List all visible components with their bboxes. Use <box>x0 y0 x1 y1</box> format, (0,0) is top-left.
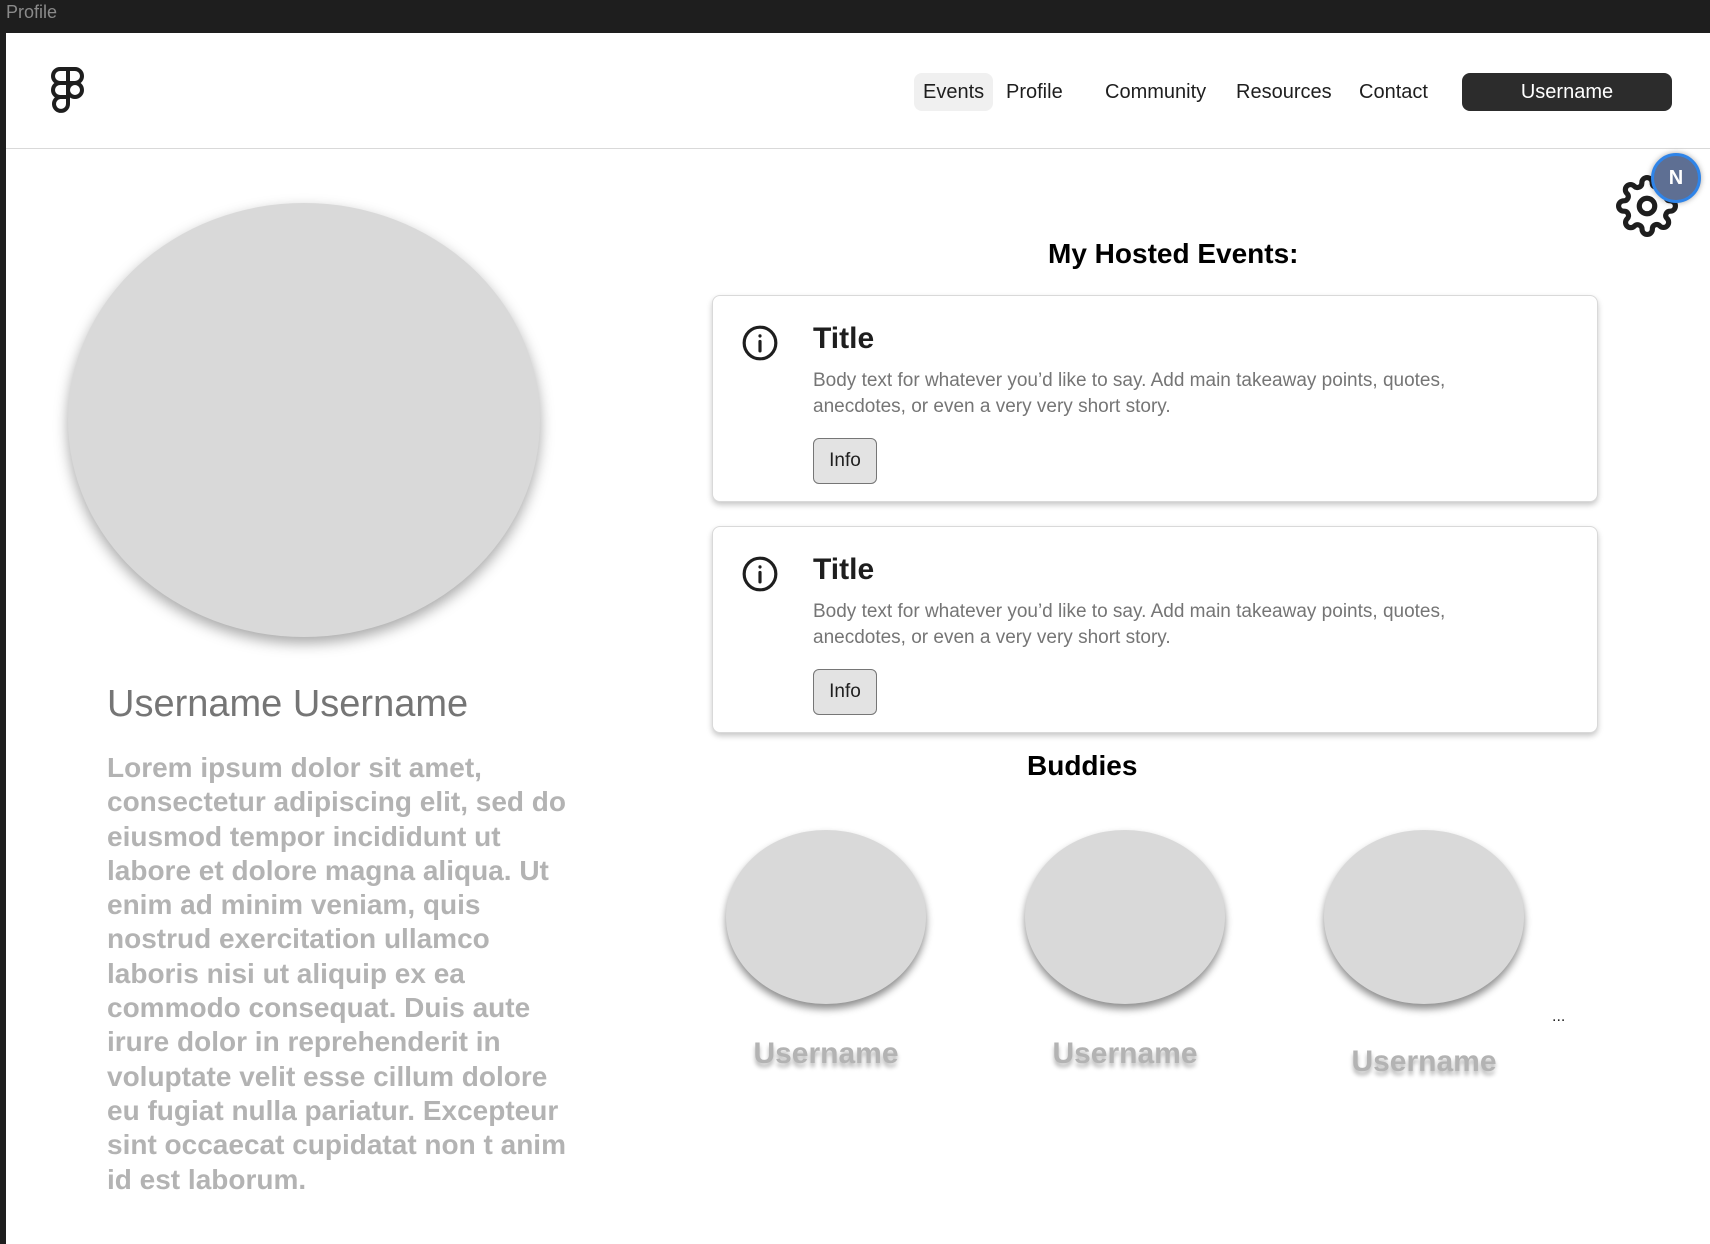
profile-photo-placeholder[interactable] <box>68 203 540 637</box>
buddies-heading: Buddies <box>1027 750 1138 781</box>
event-card: Title Body text for whatever you’d like … <box>712 295 1598 502</box>
top-navbar: Events Profile Community Resources Conta… <box>6 33 1710 149</box>
profile-name: Username Username <box>107 683 469 725</box>
nav-link-resources[interactable]: Resources <box>1227 73 1341 111</box>
nav-link-community[interactable]: Community <box>1096 73 1215 111</box>
figma-logo-icon[interactable] <box>48 67 88 115</box>
frame-label: Profile <box>6 2 58 22</box>
buddy-username[interactable]: Username <box>726 1037 926 1071</box>
more-buddies-ellipsis[interactable]: ... <box>1552 1008 1565 1026</box>
info-icon <box>742 325 778 361</box>
event-card-body: Body text for whatever you’d like to say… <box>813 370 1446 417</box>
event-info-button[interactable]: Info <box>813 438 877 484</box>
buddy-username[interactable]: Username <box>1025 1037 1225 1071</box>
buddy-avatar[interactable] <box>726 830 926 1004</box>
nav-link-profile[interactable]: Profile <box>997 73 1072 111</box>
profile-page: Events Profile Community Resources Conta… <box>6 33 1710 1244</box>
event-card-title: Title <box>813 553 875 586</box>
buddy-avatar[interactable] <box>1025 830 1225 1004</box>
event-card-body: Body text for whatever you’d like to say… <box>813 601 1446 648</box>
buddy-avatar[interactable] <box>1324 830 1524 1004</box>
user-avatar-badge[interactable]: N <box>1651 153 1701 203</box>
username-button[interactable]: Username <box>1462 73 1672 111</box>
hosted-events-heading: My Hosted Events: <box>1048 238 1299 269</box>
event-card: Title Body text for whatever you’d like … <box>712 526 1598 733</box>
nav-link-contact[interactable]: Contact <box>1350 73 1437 111</box>
profile-bio: Lorem ipsum dolor sit amet, consectetur … <box>107 752 566 1195</box>
info-icon <box>742 556 778 592</box>
event-info-button[interactable]: Info <box>813 669 877 715</box>
nav-link-events[interactable]: Events <box>914 73 994 111</box>
buddy-username[interactable]: Username <box>1324 1045 1524 1079</box>
event-card-title: Title <box>813 322 875 355</box>
